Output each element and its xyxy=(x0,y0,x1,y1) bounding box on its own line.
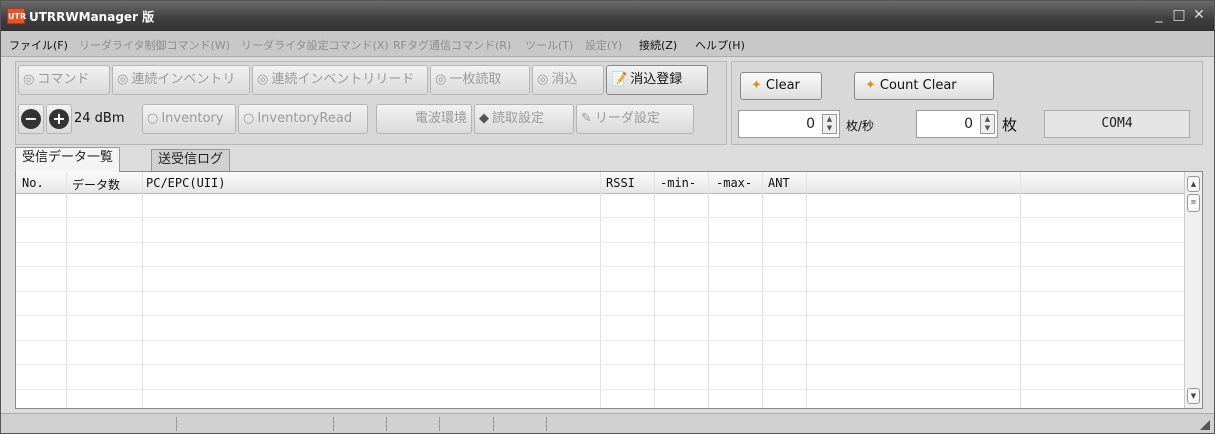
read-rate-stepper[interactable]: ▲ ▼ xyxy=(822,114,837,134)
port-display: COM4 xyxy=(1044,110,1190,138)
column-min[interactable]: -min- xyxy=(660,176,696,190)
status-divider xyxy=(546,417,547,431)
grid-vertical-scrollbar[interactable]: ▲ ≡ ▼ xyxy=(1184,172,1202,408)
grid-row-divider xyxy=(16,340,1186,341)
radio-circle-icon: ○ xyxy=(147,111,159,126)
continuous-inventory-button[interactable]: ◎ 連続インベントリ xyxy=(112,65,250,95)
reader-settings-button[interactable]: ✎ リーダ設定 xyxy=(576,104,694,134)
column-ant[interactable]: ANT xyxy=(768,176,790,190)
wrench-icon: ✎ xyxy=(581,111,592,126)
read-count-unit: 枚 xyxy=(1002,116,1018,134)
status-divider xyxy=(176,417,177,431)
read-rate-unit: 枚/秒 xyxy=(846,119,875,133)
power-decrease-button[interactable]: − xyxy=(18,104,44,134)
inventory-button[interactable]: ○ Inventory xyxy=(142,104,236,134)
maximize-button[interactable]: □ xyxy=(1172,7,1186,23)
column-no[interactable]: No. xyxy=(22,176,44,190)
broom-icon: ✦ xyxy=(751,78,762,93)
radio-target-icon: ◎ xyxy=(257,72,269,87)
read-count-field[interactable]: 0 ▲ ▼ xyxy=(916,110,998,138)
grid-row-divider xyxy=(16,291,1186,292)
continuous-inventory-read-button[interactable]: ◎ 連続インベントリリード xyxy=(252,65,428,95)
grid-row-divider xyxy=(16,315,1186,316)
grid-row-divider xyxy=(16,217,1186,218)
menu-rw-control[interactable]: リーダライタ制御コマンド(W) xyxy=(79,37,230,53)
radio-circle-icon: ○ xyxy=(243,111,255,126)
grid-header: No. データ数 PC/EPC(UII) RSSI -min- -max- AN… xyxy=(16,172,1186,194)
menu-help[interactable]: ヘルプ(H) xyxy=(695,37,745,53)
received-data-grid[interactable]: No. データ数 PC/EPC(UII) RSSI -min- -max- AN… xyxy=(15,171,1203,409)
column-pc-epc[interactable]: PC/EPC(UII) xyxy=(146,176,225,190)
app-logo-icon: UTR xyxy=(7,8,26,24)
menu-file[interactable]: ファイル(F) xyxy=(9,37,68,53)
radio-target-icon: ◎ xyxy=(537,72,549,87)
broom-icon: ✦ xyxy=(865,78,876,93)
grid-row-divider xyxy=(16,364,1186,365)
radio-target-icon: ◎ xyxy=(117,72,129,87)
radio-target-icon: ◎ xyxy=(23,72,35,87)
single-read-button[interactable]: ◎ 一枚読取 xyxy=(430,65,530,95)
minus-icon: − xyxy=(21,109,41,129)
close-button[interactable]: ✕ xyxy=(1192,7,1206,23)
minimize-button[interactable]: _ xyxy=(1152,7,1166,23)
plus-icon: + xyxy=(49,109,69,129)
menu-bar: ファイル(F) リーダライタ制御コマンド(W) リーダライタ設定コマンド(X) … xyxy=(1,31,1214,57)
scroll-up-button[interactable]: ▲ xyxy=(1187,176,1200,192)
grid-row-divider xyxy=(16,266,1186,267)
counter-panel: ✦ Clear ✦ Count Clear 0 ▲ ▼ 枚/秒 0 ▲ ▼ 枚 COM4 xyxy=(731,61,1203,145)
column-data-count[interactable]: データ数 xyxy=(72,176,120,193)
grid-row-divider xyxy=(16,242,1186,243)
menu-tools[interactable]: ツール(T) xyxy=(525,37,573,53)
command-panel: ◎ コマンド ◎ 連続インベントリ ◎ 連続インベントリリード ◎ 一枚読取 ◎ 消込 📝… xyxy=(15,61,727,145)
tab-received-data[interactable]: 受信データ一覧 xyxy=(15,147,121,172)
status-divider xyxy=(493,417,494,431)
menu-settings[interactable]: 設定(Y) xyxy=(585,37,622,53)
menu-connect[interactable]: 接続(Z) xyxy=(639,37,677,53)
power-increase-button[interactable]: + xyxy=(46,104,72,134)
grid-row-divider xyxy=(16,389,1186,390)
clear-out-button[interactable]: ◎ 消込 xyxy=(532,65,604,95)
scroll-down-button[interactable]: ▼ xyxy=(1187,388,1200,404)
resize-grip-icon[interactable] xyxy=(1200,420,1210,430)
register-clear-out-button[interactable]: 📝 消込登録 xyxy=(606,65,708,95)
clear-button[interactable]: ✦ Clear xyxy=(740,72,822,100)
column-rssi[interactable]: RSSI xyxy=(606,176,635,190)
read-count-stepper[interactable]: ▲ ▼ xyxy=(980,114,995,134)
read-settings-button[interactable]: ◆ 読取設定 xyxy=(474,104,574,134)
status-bar xyxy=(1,413,1214,433)
scroll-thumb[interactable]: ≡ xyxy=(1187,194,1200,212)
command-button[interactable]: ◎ コマンド xyxy=(18,65,110,95)
edit-note-icon: 📝 xyxy=(611,72,628,87)
status-divider xyxy=(333,417,334,431)
radio-target-icon: ◎ xyxy=(435,72,447,87)
inventory-read-button[interactable]: ○ InventoryRead xyxy=(238,104,368,134)
status-divider xyxy=(439,417,440,431)
count-clear-button[interactable]: ✦ Count Clear xyxy=(854,72,994,100)
menu-rf-tag[interactable]: RFタグ通信コマンド(R) xyxy=(393,37,511,53)
window-title: UTRRWManager 版 xyxy=(29,10,155,24)
power-level-value: 24 dBm xyxy=(74,111,125,126)
tag-icon: ◆ xyxy=(479,111,489,126)
status-divider xyxy=(386,417,387,431)
toolbar-area: ◎ コマンド ◎ 連続インベントリ ◎ 連続インベントリリード ◎ 一枚読取 ◎ 消込 📝… xyxy=(9,57,1207,145)
title-bar[interactable]: UTR UTRRWManager 版 _ □ ✕ xyxy=(1,1,1214,31)
tab-communication-log[interactable]: 送受信ログ xyxy=(151,149,231,171)
radio-environment-button[interactable]: 電波環境 xyxy=(376,104,472,134)
read-rate-field[interactable]: 0 ▲ ▼ xyxy=(738,110,840,138)
menu-rw-settings[interactable]: リーダライタ設定コマンド(X) xyxy=(241,37,389,53)
column-max[interactable]: -max- xyxy=(716,176,752,190)
main-window: UTR UTRRWManager 版 _ □ ✕ ファイル(F) リーダライタ制… xyxy=(0,0,1215,434)
